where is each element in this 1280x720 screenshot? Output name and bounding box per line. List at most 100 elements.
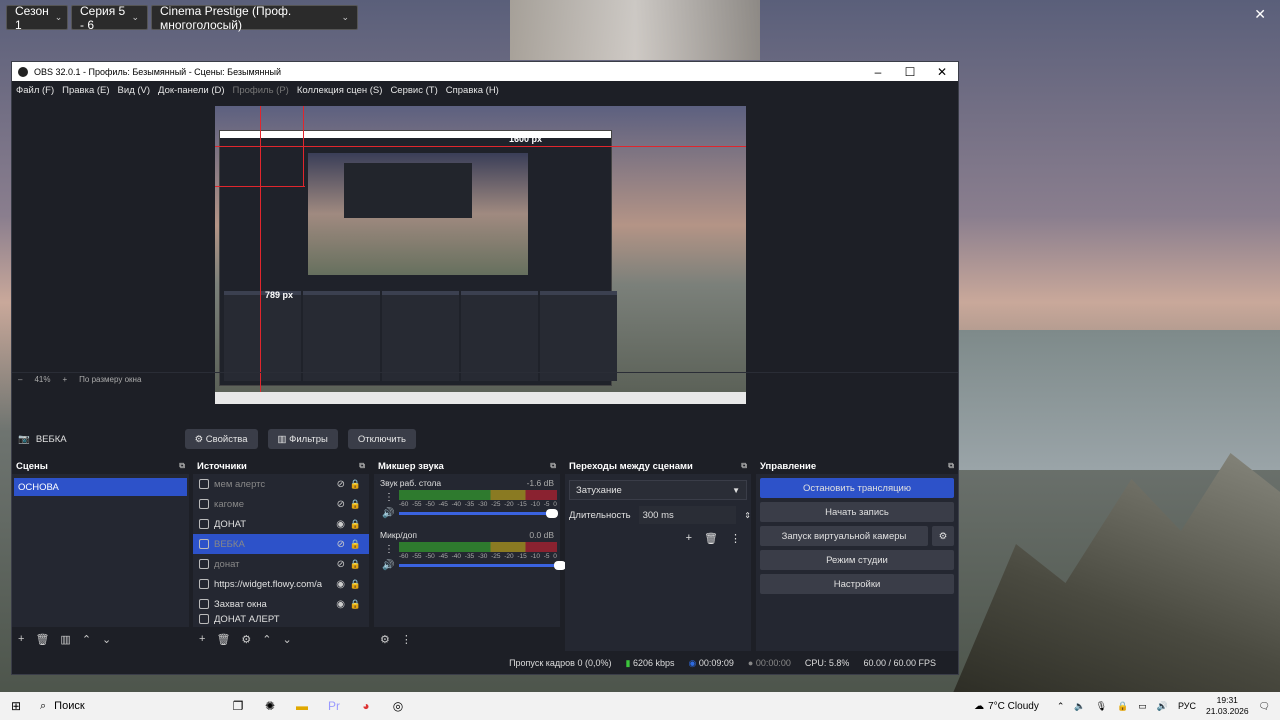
scene-item[interactable]: ОСНОВА bbox=[14, 478, 187, 496]
cpu-usage: CPU: 5.8% bbox=[804, 658, 850, 668]
lock-icon[interactable]: 🔒 bbox=[350, 599, 361, 610]
lock-tray-icon[interactable]: 🔒 bbox=[1117, 701, 1128, 712]
weather-widget[interactable]: ☁ 7°C Cloudy bbox=[974, 701, 1039, 712]
eye-hidden-icon[interactable]: ⊘ bbox=[337, 559, 345, 570]
copilot-icon[interactable]: ✺ bbox=[254, 699, 286, 713]
add-icon[interactable]: + bbox=[199, 633, 205, 645]
filter-icon[interactable]: ▥ bbox=[60, 633, 70, 646]
explorer-icon[interactable]: ▬ bbox=[286, 699, 318, 713]
gear-icon[interactable]: ⚙ bbox=[932, 526, 954, 546]
undock-icon[interactable]: ⧉ bbox=[948, 461, 954, 471]
slider-knob[interactable] bbox=[546, 509, 558, 518]
eye-icon[interactable]: ◉ bbox=[336, 599, 345, 610]
disable-button[interactable]: Отключить bbox=[347, 429, 416, 449]
source-item[interactable]: ДОНАТ ◉ 🔒 bbox=[193, 514, 369, 534]
down-icon[interactable]: ⌄ bbox=[102, 633, 111, 646]
mic-icon[interactable]: 🎙 bbox=[1096, 701, 1107, 712]
eye-hidden-icon[interactable]: ⊘ bbox=[337, 479, 345, 490]
source-item[interactable]: ДОНАТ АЛЕРТ bbox=[193, 614, 369, 624]
voice-dropdown[interactable]: Cinema Prestige (Проф. многоголосый) ⌄ bbox=[151, 4, 358, 32]
volume-slider[interactable] bbox=[399, 561, 566, 570]
menu-view[interactable]: Вид (V) bbox=[118, 85, 151, 96]
kebab-menu-icon[interactable]: ⋮ bbox=[384, 492, 394, 503]
source-item[interactable]: донат ⊘ 🔒 bbox=[193, 554, 369, 574]
menu-edit[interactable]: Правка (E) bbox=[62, 85, 109, 96]
kebab-menu-icon[interactable]: ⋮ bbox=[730, 532, 741, 545]
start-recording-button[interactable]: Начать запись bbox=[760, 502, 954, 522]
menu-tools[interactable]: Сервис (T) bbox=[390, 85, 437, 96]
volume-icon[interactable]: 🔊 bbox=[1157, 701, 1168, 712]
premiere-icon[interactable]: Pr bbox=[318, 699, 350, 713]
source-item[interactable]: мем алертс ⊘ 🔒 bbox=[193, 474, 369, 494]
stepper-icon[interactable]: ⇕ bbox=[744, 511, 751, 520]
zoom-in-icon[interactable]: + bbox=[62, 375, 67, 384]
up-icon[interactable]: ⌃ bbox=[262, 633, 271, 646]
menu-docks[interactable]: Док-панели (D) bbox=[158, 85, 224, 96]
undock-icon[interactable]: ⧉ bbox=[359, 461, 365, 471]
lock-icon[interactable]: 🔒 bbox=[350, 579, 361, 590]
chrome-icon[interactable]: ◕ bbox=[350, 699, 382, 713]
series-dropdown[interactable]: Серия 5 - 6 ⌄ bbox=[71, 4, 148, 32]
transition-select[interactable]: Затухание ▼ bbox=[569, 480, 747, 500]
virtual-camera-button[interactable]: Запуск виртуальной камеры bbox=[760, 526, 928, 546]
maximize-icon[interactable]: ☐ bbox=[894, 65, 926, 79]
menu-file[interactable]: Файл (F) bbox=[16, 85, 54, 96]
mixer-settings-icon[interactable]: ⚙ bbox=[380, 633, 390, 646]
menu-scene-collection[interactable]: Коллекция сцен (S) bbox=[297, 85, 383, 96]
speaker-tray-icon[interactable]: 🔈 bbox=[1074, 701, 1085, 712]
undock-icon[interactable]: ⧉ bbox=[179, 461, 185, 471]
source-item[interactable]: https://widget.flowy.com/a ◉ 🔒 bbox=[193, 574, 369, 594]
eye-icon[interactable]: ◉ bbox=[336, 579, 345, 590]
network-icon[interactable]: ▭ bbox=[1138, 701, 1147, 712]
lock-icon[interactable]: 🔒 bbox=[350, 539, 361, 550]
preview-canvas[interactable]: 1600 px 789 px bbox=[215, 106, 746, 404]
studio-mode-button[interactable]: Режим студии bbox=[760, 550, 954, 570]
eye-hidden-icon[interactable]: ⊘ bbox=[337, 499, 345, 510]
undock-icon[interactable]: ⧉ bbox=[550, 461, 556, 471]
zoom-out-icon[interactable]: – bbox=[18, 375, 22, 384]
season-dropdown[interactable]: Сезон 1 ⌄ bbox=[6, 4, 68, 32]
minimize-icon[interactable]: – bbox=[862, 65, 894, 79]
duration-input[interactable]: 300 ms bbox=[638, 506, 737, 524]
menu-profile[interactable]: Профиль (P) bbox=[233, 85, 289, 96]
close-window-icon[interactable]: ✕ bbox=[926, 65, 958, 79]
source-item[interactable]: ВЕБКА ⊘ 🔒 bbox=[193, 534, 369, 554]
notification-icon[interactable]: 🗨 bbox=[1259, 701, 1270, 712]
chevron-up-icon[interactable]: ⌃ bbox=[1057, 701, 1065, 712]
lock-icon[interactable]: 🔒 bbox=[350, 479, 361, 490]
speaker-icon[interactable]: 🔊 bbox=[382, 560, 394, 571]
down-icon[interactable]: ⌄ bbox=[283, 633, 292, 646]
filters-button[interactable]: ▥ Фильтры bbox=[267, 429, 338, 449]
stop-stream-button[interactable]: Остановить трансляцию bbox=[760, 478, 954, 498]
trash-icon[interactable]: 🗑 bbox=[35, 633, 49, 646]
lock-icon[interactable]: 🔒 bbox=[350, 519, 361, 530]
eye-icon[interactable]: ◉ bbox=[336, 519, 345, 530]
task-view-icon[interactable]: ❐ bbox=[222, 699, 254, 713]
trash-icon[interactable]: 🗑 bbox=[216, 633, 230, 646]
close-icon[interactable]: ✕ bbox=[1254, 6, 1266, 23]
menu-help[interactable]: Справка (H) bbox=[446, 85, 499, 96]
clock[interactable]: 19:31 21.03.2026 bbox=[1206, 695, 1249, 717]
taskbar-search[interactable]: ⌕ Поиск bbox=[32, 692, 222, 720]
undock-icon[interactable]: ⧉ bbox=[741, 461, 747, 471]
add-icon[interactable]: + bbox=[18, 633, 24, 645]
source-item[interactable]: кагоме ⊘ 🔒 bbox=[193, 494, 369, 514]
settings-button[interactable]: Настройки bbox=[760, 574, 954, 594]
source-item[interactable]: Захват окна ◉ 🔒 bbox=[193, 594, 369, 614]
zoom-fit[interactable]: По размеру окна bbox=[79, 375, 141, 384]
language[interactable]: РУС bbox=[1178, 701, 1196, 711]
speaker-icon[interactable]: 🔊 bbox=[382, 508, 394, 519]
kebab-menu-icon[interactable]: ⋮ bbox=[401, 633, 412, 646]
kebab-menu-icon[interactable]: ⋮ bbox=[384, 544, 394, 555]
windows-start-icon[interactable]: ⊞ bbox=[0, 699, 32, 713]
lock-icon[interactable]: 🔒 bbox=[350, 559, 361, 570]
up-icon[interactable]: ⌃ bbox=[82, 633, 91, 646]
lock-icon[interactable]: 🔒 bbox=[350, 499, 361, 510]
volume-slider[interactable] bbox=[399, 509, 558, 518]
obs-taskbar-icon[interactable]: ◎ bbox=[382, 699, 414, 713]
gear-icon[interactable]: ⚙ bbox=[241, 633, 251, 646]
eye-hidden-icon[interactable]: ⊘ bbox=[337, 539, 345, 550]
add-icon[interactable]: + bbox=[686, 532, 692, 545]
trash-icon[interactable]: 🗑 bbox=[704, 532, 718, 545]
properties-button[interactable]: ⚙ Свойства bbox=[184, 429, 258, 449]
